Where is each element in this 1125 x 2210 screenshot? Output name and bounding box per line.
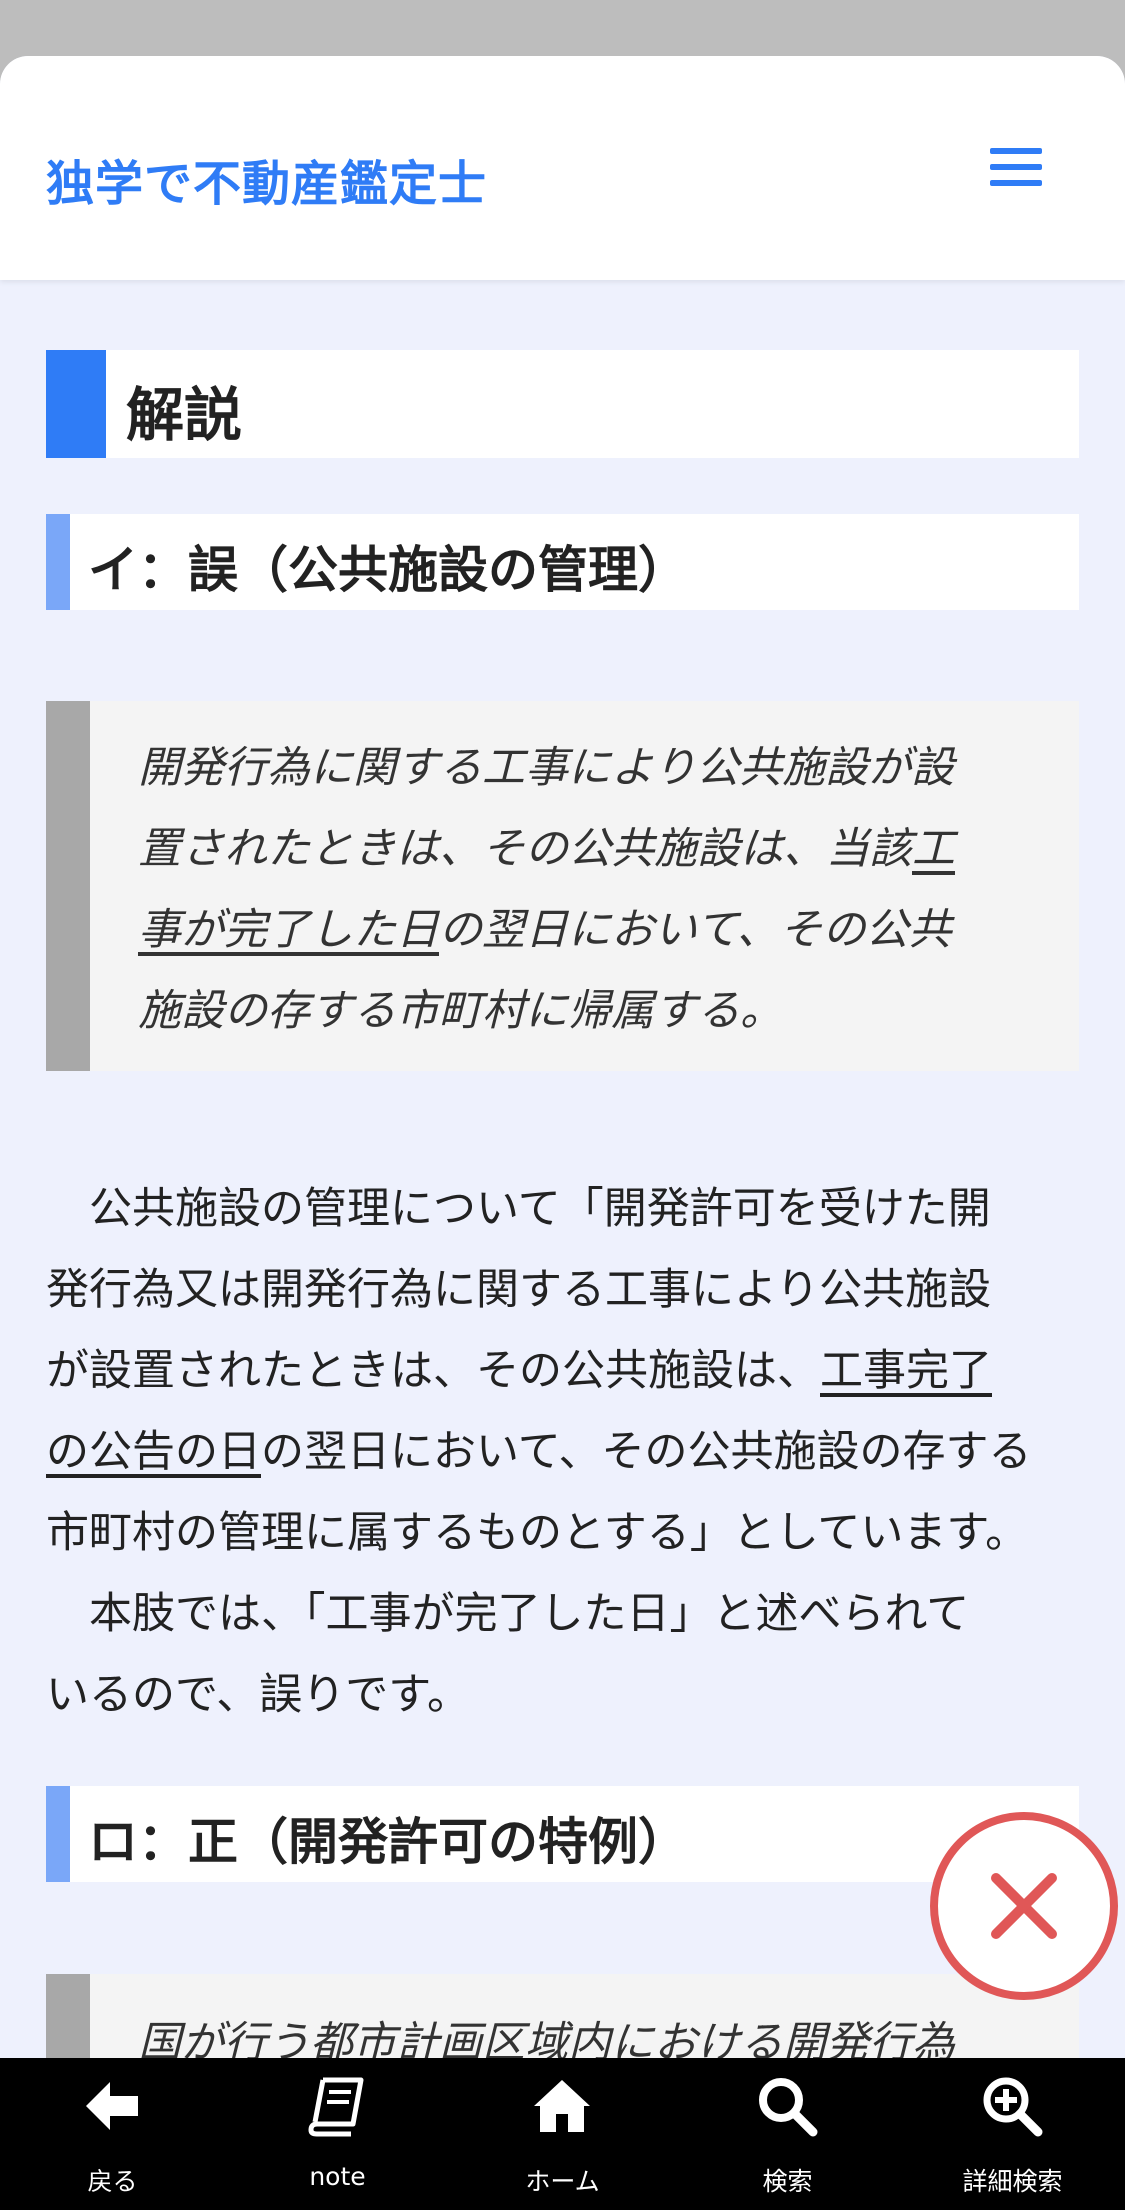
paragraph-line: 市町村の管理に属するものとする」としています。	[46, 1508, 1029, 1558]
close-button[interactable]	[930, 1812, 1118, 2000]
item-b-heading-text: ロ：正（開発許可の特例）	[88, 1813, 688, 1871]
quote-line: 事が完了した日の翌日において、その公共	[138, 905, 952, 955]
paragraph-line: の公告の日の翌日において、その公共施設の存する	[46, 1427, 1032, 1477]
paragraph-line: いるので、誤りです。	[46, 1670, 470, 1720]
quote-line: 開発行為に関する工事により公共施設が設	[138, 743, 955, 793]
nav-back-button[interactable]: 戻る	[0, 2058, 225, 2210]
hamburger-menu-icon[interactable]	[990, 148, 1042, 188]
quote-line: 置されたときは、その公共施設は、当該工	[138, 824, 955, 874]
nav-note-button[interactable]: note	[225, 2058, 450, 2210]
paragraph-line: 公共施設の管理について「開発許可を受けた開	[46, 1184, 991, 1234]
zoom-plus-icon	[983, 2077, 1043, 2137]
paragraph-line: が設置されたときは、その公共施設は、工事完了	[46, 1346, 992, 1396]
paragraph-line: 本肢では、「工事が完了した日」と述べられて	[46, 1589, 970, 1639]
back-arrow-icon	[86, 2082, 138, 2130]
quote-line: 施設の存する市町村に帰属する。	[138, 986, 783, 1036]
nav-label: 詳細検索	[962, 2167, 1063, 2196]
nav-label: 検索	[762, 2167, 813, 2196]
close-x-icon	[991, 1873, 1057, 1939]
item-a-quote: 開発行為に関する工事により公共施設が設 置されたときは、その公共施設は、当該工 …	[46, 701, 1079, 1071]
nav-label: ホーム	[525, 2167, 600, 2196]
section-heading-text: 解説	[126, 381, 243, 449]
site-title[interactable]: 独学で不動産鑑定士	[46, 144, 487, 214]
site-header: 独学で不動産鑑定士	[0, 56, 1125, 280]
nav-label: note	[309, 2162, 366, 2191]
home-icon	[534, 2080, 590, 2132]
nav-home-button[interactable]: ホーム	[450, 2058, 675, 2210]
paragraph-line: 発行為又は開発行為に関する工事により公共施設	[46, 1265, 992, 1315]
item-a-heading: イ：誤（公共施設の管理）	[46, 514, 1079, 610]
nav-label: 戻る	[87, 2167, 138, 2196]
item-a-heading-text: イ：誤（公共施設の管理）	[88, 541, 688, 599]
search-icon	[759, 2078, 818, 2137]
book-icon	[308, 2077, 364, 2137]
nav-advanced-search-button[interactable]: 詳細検索	[900, 2058, 1125, 2210]
nav-search-button[interactable]: 検索	[675, 2058, 900, 2210]
item-b-heading: ロ：正（開発許可の特例）	[46, 1786, 1079, 1882]
bottom-nav-bar: 戻る note ホーム 検索 詳細検索	[0, 2058, 1125, 2210]
section-heading: 解説	[46, 350, 1079, 458]
